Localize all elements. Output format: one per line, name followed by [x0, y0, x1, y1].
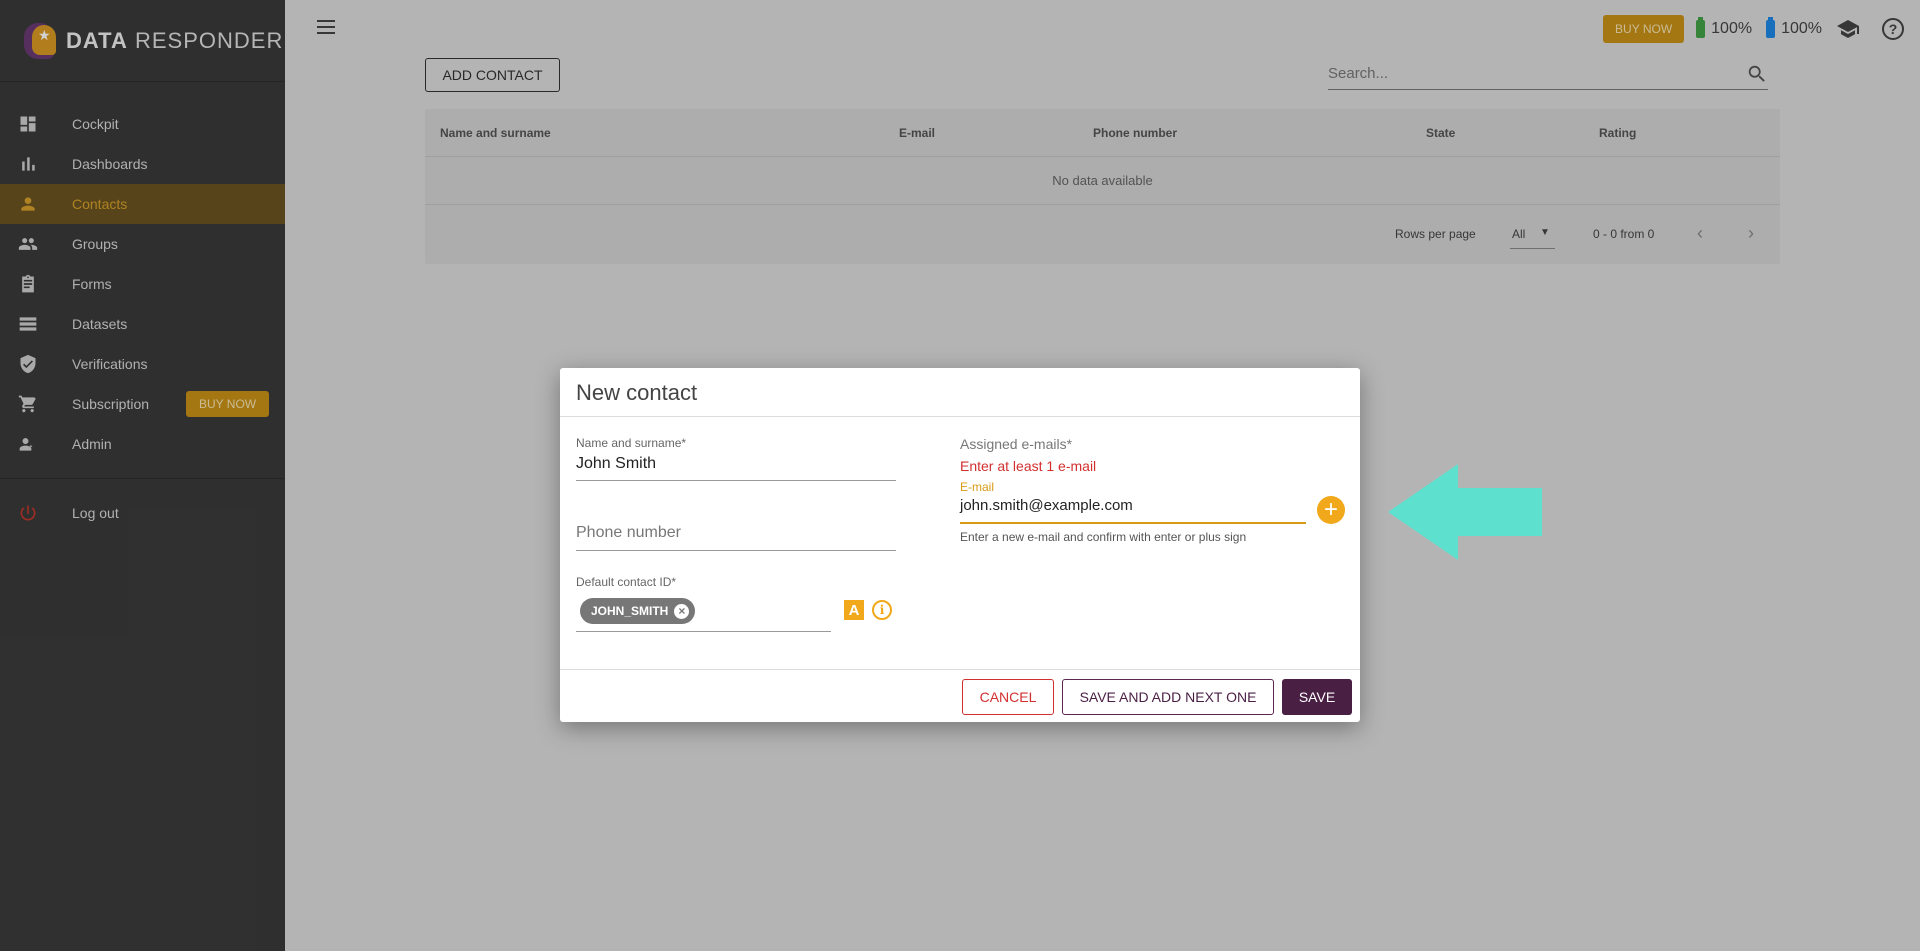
add-email-plus-button[interactable]: +	[1317, 496, 1345, 524]
name-underline	[576, 480, 896, 481]
cancel-button[interactable]: CANCEL	[962, 679, 1054, 715]
email-field-label: E-mail	[960, 480, 995, 494]
pointer-arrow-icon	[1388, 464, 1542, 560]
name-input[interactable]: John Smith	[576, 455, 656, 473]
emails-error: Enter at least 1 e-mail	[960, 458, 1097, 474]
phone-underline	[576, 550, 896, 551]
email-underline	[960, 522, 1306, 524]
save-button[interactable]: SAVE	[1282, 679, 1352, 715]
dialog-footer: CANCEL SAVE AND ADD NEXT ONE SAVE	[560, 669, 1360, 722]
auto-id-button[interactable]: A	[844, 600, 864, 620]
default-id-label: Default contact ID*	[576, 575, 677, 589]
save-and-add-next-button[interactable]: SAVE AND ADD NEXT ONE	[1062, 679, 1274, 715]
default-id-underline	[576, 631, 831, 632]
new-contact-dialog: New contact Name and surname* John Smith…	[560, 368, 1360, 722]
dialog-title: New contact	[560, 368, 1360, 417]
info-icon[interactable]: i	[872, 600, 892, 620]
email-input[interactable]: john.smith@example.com	[960, 497, 1133, 514]
emails-label: Assigned e-mails*	[960, 436, 1073, 452]
email-hint: Enter a new e-mail and confirm with ente…	[960, 530, 1247, 544]
name-label: Name and surname*	[576, 436, 687, 450]
contact-id-chip[interactable]: JOHN_SMITH ×	[580, 598, 696, 624]
chip-close-icon[interactable]: ×	[674, 603, 690, 619]
phone-input[interactable]: Phone number	[576, 524, 681, 542]
dialog-body: Name and surname* John Smith Phone numbe…	[560, 417, 1360, 669]
